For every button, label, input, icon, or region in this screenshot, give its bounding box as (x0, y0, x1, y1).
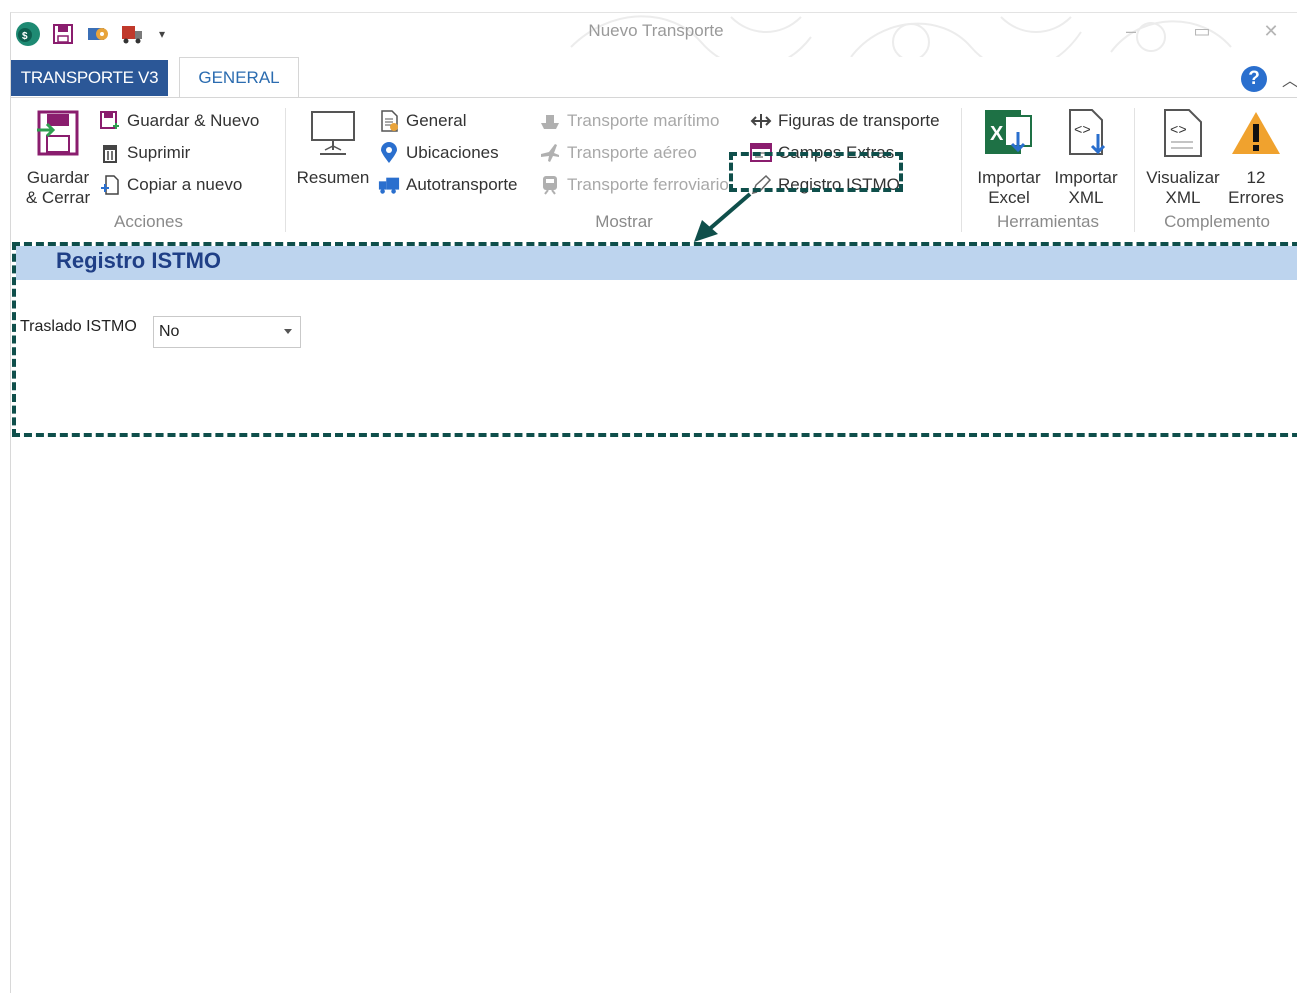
importar-xml-label-1: Importar (1054, 168, 1118, 187)
group-label-mostrar: Mostrar (595, 212, 653, 231)
figuras-transporte-button[interactable]: Figuras de transporte (750, 110, 940, 132)
guardar-nuevo-button[interactable]: Guardar & Nuevo (99, 110, 259, 132)
xml-view-icon: <> (1143, 108, 1223, 168)
guardar-cerrar-label-2: & Cerrar (25, 188, 91, 207)
general-button[interactable]: General (378, 110, 466, 132)
ribbon-tabs: TRANSPORTE V3 GENERAL ? ︿ (11, 57, 1297, 98)
errores-count: 12 (1246, 168, 1266, 187)
close-button[interactable]: ✕ (1256, 21, 1286, 42)
guardar-cerrar-button[interactable]: Guardar & Cerrar (23, 108, 93, 208)
transporte-aereo-button[interactable]: Transporte aéreo (539, 142, 697, 164)
svg-text:<>: <> (1170, 123, 1187, 139)
monitor-icon (294, 108, 372, 168)
trash-icon (99, 142, 121, 164)
app-logo-icon: $ (15, 21, 41, 47)
errores-button[interactable]: 12 Errores (1223, 108, 1289, 208)
maritimo-label: Transporte marítimo (567, 111, 720, 130)
importar-excel-label-2: Excel (988, 188, 1030, 207)
save-new-icon (99, 110, 121, 132)
importar-excel-label-1: Importar (977, 168, 1041, 187)
copiar-label: Copiar a nuevo (127, 175, 243, 194)
svg-text:X: X (990, 123, 1004, 145)
errores-label: Errores (1228, 188, 1284, 207)
guardar-cerrar-label-1: Guardar (26, 168, 90, 187)
location-pin-icon (378, 142, 400, 164)
airplane-icon (539, 142, 561, 164)
save-close-icon (23, 108, 93, 168)
figuras-label: Figuras de transporte (778, 111, 940, 130)
pointer-arrow-icon (694, 192, 752, 242)
train-icon (539, 174, 561, 196)
xml-import-icon: <> (1048, 108, 1124, 168)
save-icon[interactable] (50, 21, 76, 47)
tab-transporte-v3[interactable]: TRANSPORTE V3 (11, 60, 168, 96)
importar-xml-button[interactable]: <> Importar XML (1048, 108, 1124, 208)
svg-text:<>: <> (1074, 123, 1091, 139)
maximize-button[interactable]: ▭ (1187, 21, 1217, 42)
truck-icon[interactable] (120, 21, 146, 47)
quick-access-toolbar: $ ▾ (15, 19, 169, 49)
autotransporte-button[interactable]: Autotransporte (378, 174, 518, 196)
ubicaciones-label: Ubicaciones (406, 143, 499, 162)
help-icon[interactable]: ? (1241, 66, 1267, 92)
move-arrows-icon (750, 110, 772, 132)
visualizar-label-1: Visualizar (1146, 168, 1220, 187)
title-bar: $ ▾ Nuevo Transporte – ▭ ✕ (11, 13, 1297, 57)
suprimir-button[interactable]: Suprimir (99, 142, 190, 164)
aereo-label: Transporte aéreo (567, 143, 697, 162)
warning-icon (1223, 108, 1289, 168)
importar-excel-button[interactable]: X Importar Excel (971, 108, 1047, 208)
visualizar-label-2: XML (1165, 188, 1201, 207)
window-title: Nuevo Transporte (588, 21, 724, 40)
collapse-ribbon-icon[interactable]: ︿ (1282, 67, 1297, 91)
excel-icon: X (971, 108, 1047, 168)
copy-icon (99, 174, 121, 196)
settings-icon[interactable] (85, 21, 111, 47)
svg-text:$: $ (22, 31, 28, 42)
highlight-panel (12, 242, 1297, 437)
highlight-registro-istmo (729, 152, 903, 192)
tab-general[interactable]: GENERAL (179, 57, 299, 98)
resumen-button[interactable]: Resumen (294, 108, 372, 188)
copiar-nuevo-button[interactable]: Copiar a nuevo (99, 174, 242, 196)
transporte-maritimo-button[interactable]: Transporte marítimo (539, 110, 719, 132)
general-label: General (406, 111, 467, 130)
app-window: $ ▾ Nuevo Transporte – ▭ ✕ TRANSPORTE V3… (10, 12, 1297, 993)
resumen-label: Resumen (296, 168, 370, 187)
ship-icon (539, 110, 561, 132)
visualizar-xml-button[interactable]: <> Visualizar XML (1143, 108, 1223, 208)
truck-icon (378, 174, 400, 196)
ribbon: Guardar & Cerrar Guardar & Nuevo Suprimi… (11, 97, 1297, 244)
autotransporte-label: Autotransporte (406, 175, 518, 194)
group-label-acciones: Acciones (114, 212, 183, 231)
suprimir-label: Suprimir (127, 143, 191, 162)
guardar-nuevo-label: Guardar & Nuevo (127, 111, 260, 130)
ubicaciones-button[interactable]: Ubicaciones (378, 142, 499, 164)
qat-dropdown-icon[interactable]: ▾ (155, 21, 169, 47)
minimize-button[interactable]: – (1116, 21, 1146, 42)
group-label-herramientas: Herramientas (996, 212, 1100, 231)
importar-xml-label-2: XML (1068, 188, 1104, 207)
document-icon (378, 110, 400, 132)
group-label-complemento: Complemento (1164, 212, 1270, 231)
